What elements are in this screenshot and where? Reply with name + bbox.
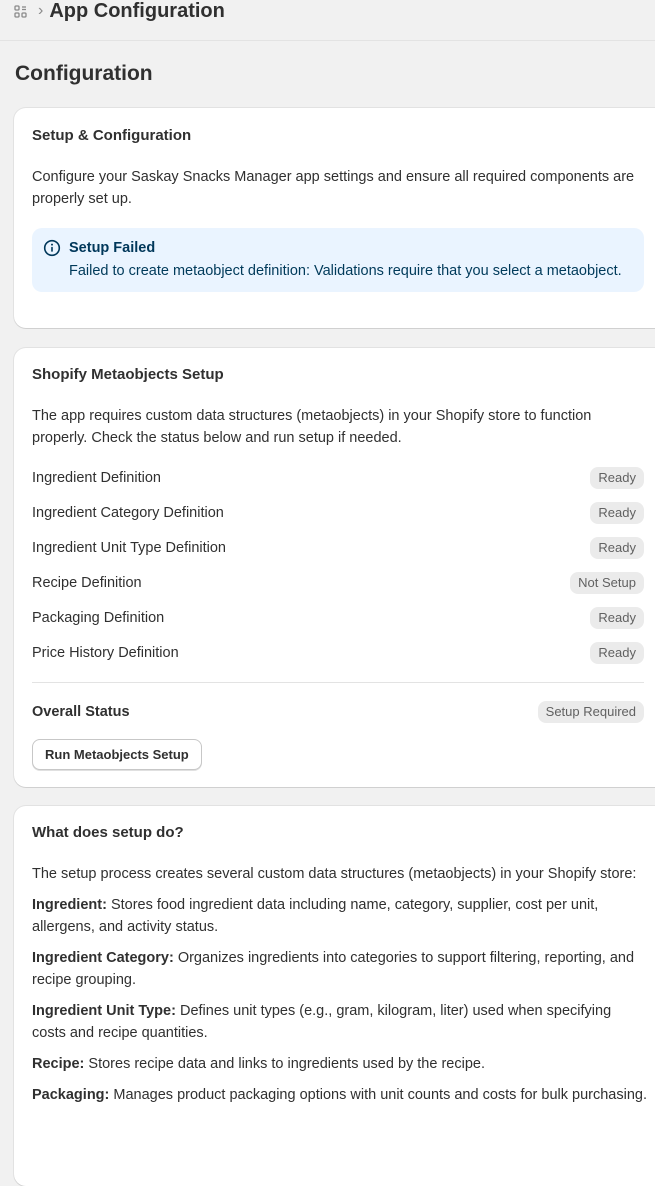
status-row-label: Price History Definition [32, 644, 179, 661]
apps-icon[interactable] [14, 5, 28, 19]
definition-text: Stores recipe data and links to ingredie… [84, 1056, 485, 1072]
run-metaobjects-setup-button[interactable]: Run Metaobjects Setup [32, 739, 202, 770]
definition-term: Ingredient Category: [32, 950, 174, 966]
overall-status-badge: Setup Required [537, 701, 644, 723]
status-row-label: Recipe Definition [32, 574, 142, 591]
status-badge: Ready [590, 466, 644, 489]
status-row: Ingredient Definition Ready [32, 460, 644, 495]
breadcrumb: › App Configuration [0, 0, 655, 41]
definition-item: Recipe: Stores recipe data and links to … [32, 1053, 648, 1075]
status-row-label: Ingredient Unit Type Definition [32, 539, 226, 556]
definition-text: Manages product packaging options with u… [109, 1087, 647, 1103]
setup-card: Setup & Configuration Configure your Sas… [14, 108, 655, 328]
setup-failed-banner: Setup Failed Failed to create metaobject… [32, 228, 644, 292]
status-row-label: Packaging Definition [32, 609, 165, 626]
banner-title: Setup Failed [69, 240, 156, 256]
status-row-label: Ingredient Category Definition [32, 504, 224, 521]
breadcrumb-title: App Configuration [49, 0, 225, 22]
status-badge: Ready [590, 641, 644, 664]
status-row: Recipe Definition Not Setup [32, 565, 644, 600]
divider [32, 682, 644, 683]
metaobjects-card-description: The app requires custom data structures … [32, 408, 592, 446]
setup-info-card-title: What does setup do? [32, 824, 184, 841]
definition-item: Ingredient: Stores food ingredient data … [32, 894, 648, 938]
status-badge: Ready [590, 501, 644, 524]
definition-item: Ingredient Category: Organizes ingredien… [32, 947, 648, 991]
definition-term: Ingredient Unit Type: [32, 1003, 176, 1019]
status-badge: Not Setup [570, 571, 644, 594]
banner-message: Failed to create metaobject definition: … [69, 263, 622, 279]
status-badge: Ready [590, 536, 644, 559]
status-row-label: Ingredient Definition [32, 469, 161, 486]
setup-card-title: Setup & Configuration [32, 127, 192, 144]
status-row: Ingredient Category Definition Ready [32, 495, 644, 530]
chevron-right-icon: › [38, 2, 44, 19]
status-row: Packaging Definition Ready [32, 600, 644, 635]
definition-text: Stores food ingredient data including na… [32, 897, 599, 935]
definition-term: Packaging: [32, 1087, 110, 1103]
metaobjects-card: Shopify Metaobjects Setup The app requir… [14, 348, 655, 787]
setup-info-card: What does setup do? The setup process cr… [14, 806, 655, 1186]
definition-item: Ingredient Unit Type: Defines unit types… [32, 1000, 648, 1044]
status-row: Price History Definition Ready [32, 635, 644, 670]
definition-term: Recipe: [32, 1056, 85, 1072]
definition-term: Ingredient: [32, 897, 107, 913]
overall-status-label: Overall Status [32, 704, 130, 720]
status-badge: Ready [590, 606, 644, 629]
metaobjects-card-title: Shopify Metaobjects Setup [32, 366, 224, 383]
setup-card-description: Configure your Saskay Snacks Manager app… [32, 169, 635, 207]
info-icon [43, 239, 61, 257]
setup-info-intro: The setup process creates several custom… [32, 866, 637, 882]
definition-item: Packaging: Manages product packaging opt… [32, 1084, 648, 1106]
page-title: Configuration [15, 62, 153, 85]
overall-status-row: Overall Status Setup Required [32, 701, 644, 723]
status-row: Ingredient Unit Type Definition Ready [32, 530, 644, 565]
